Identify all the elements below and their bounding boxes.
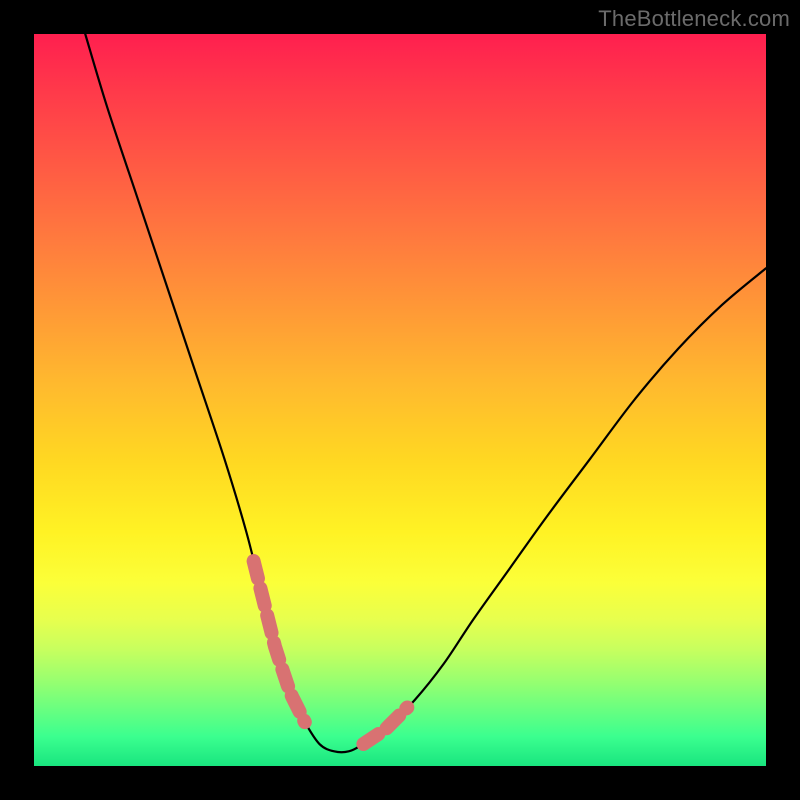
- bottleneck-curve: [85, 34, 766, 752]
- plot-gradient-background: [34, 34, 766, 766]
- highlight-left-knee: [254, 561, 305, 722]
- curve-svg: [34, 34, 766, 766]
- watermark-text: TheBottleneck.com: [598, 6, 790, 32]
- highlight-right-knee: [363, 707, 407, 744]
- plot-frame: TheBottleneck.com: [0, 0, 800, 800]
